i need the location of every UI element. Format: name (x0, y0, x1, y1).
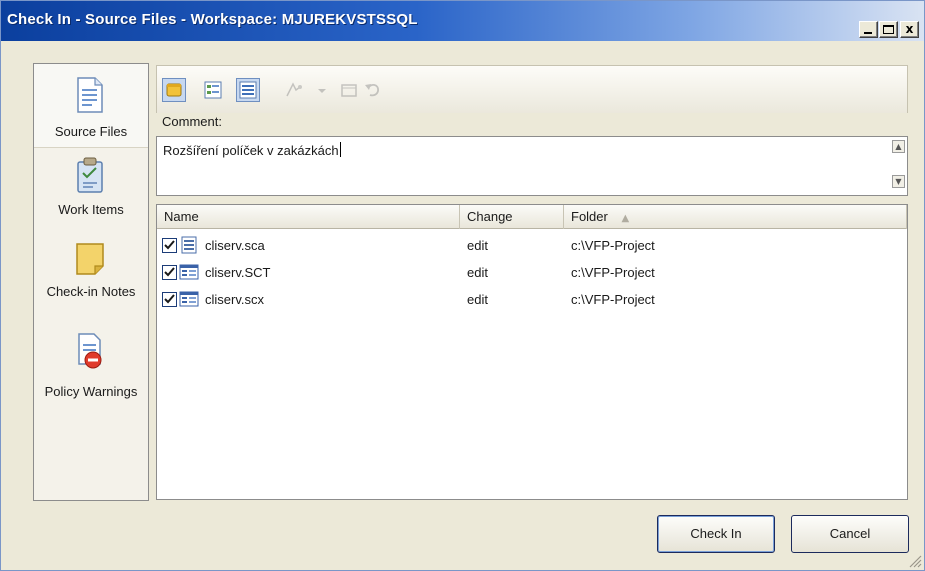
maximize-icon (883, 25, 894, 34)
column-header-name[interactable]: Name (157, 205, 460, 229)
policy-warnings-icon (78, 333, 102, 369)
scroll-down-icon[interactable]: ▼ (892, 175, 905, 188)
folder-path: c:\VFP-Project (571, 238, 655, 253)
nav-label-work-items: Work Items (58, 202, 124, 217)
work-items-icon (77, 157, 103, 193)
dropdown-arrow-icon (318, 89, 326, 93)
channel-navigation: Source Files Work Items Check-in Notes P… (33, 63, 149, 501)
maximize-button[interactable] (879, 21, 898, 38)
close-button[interactable]: x (900, 21, 919, 38)
tree-view-icon (204, 81, 222, 99)
form-file-icon (179, 264, 199, 280)
list-header: Name Change Folder ▲ (157, 205, 907, 229)
column-header-folder[interactable]: Folder ▲ (564, 205, 907, 229)
row-checkbox[interactable] (162, 292, 177, 307)
change-type: edit (467, 238, 488, 253)
flat-view-icon (166, 83, 182, 97)
column-header-change-label: Change (467, 209, 513, 224)
comment-scrollbar[interactable]: ▲ ▼ (890, 137, 907, 195)
minimize-icon (864, 32, 872, 34)
nav-label-source-files: Source Files (54, 124, 128, 139)
list-view-icon (239, 81, 257, 99)
list-row[interactable]: cliserv.sca edit c:\VFP-Project (157, 233, 907, 259)
source-files-icon (77, 77, 103, 113)
flat-view-button[interactable] (162, 78, 186, 102)
shelve-button[interactable] (337, 78, 361, 102)
row-checkbox[interactable] (162, 238, 177, 253)
window-title: Check In - Source Files - Workspace: MJU… (7, 11, 418, 28)
sort-ascending-icon: ▲ (621, 213, 630, 224)
close-icon: x (905, 22, 914, 36)
pending-changes-list[interactable]: Name Change Folder ▲ cliserv.sca edit c:… (156, 204, 908, 500)
column-header-folder-label: Folder (571, 209, 608, 224)
text-caret (339, 142, 341, 157)
checkmark-icon (164, 240, 175, 250)
comment-label: Comment: (162, 114, 222, 129)
undo-icon (365, 84, 379, 97)
column-header-change[interactable]: Change (460, 205, 564, 229)
change-type: edit (467, 265, 488, 280)
check-in-dialog: Check In - Source Files - Workspace: MJU… (0, 0, 925, 571)
title-bar[interactable]: Check In - Source Files - Workspace: MJU… (1, 1, 924, 41)
scroll-up-icon[interactable]: ▲ (892, 140, 905, 153)
folder-path: c:\VFP-Project (571, 265, 655, 280)
minimize-button[interactable] (859, 21, 878, 38)
nav-label-policy-warnings: Policy Warnings (44, 384, 138, 399)
list-row[interactable]: cliserv.scx edit c:\VFP-Project (157, 287, 907, 313)
folder-path: c:\VFP-Project (571, 292, 655, 307)
row-checkbox[interactable] (162, 265, 177, 280)
file-name: cliserv.SCT (205, 265, 271, 280)
checkmark-icon (164, 294, 175, 304)
compare-button[interactable] (282, 78, 306, 102)
nav-item-work-items[interactable]: Work Items (34, 148, 148, 234)
shelve-icon (341, 84, 357, 97)
text-file-icon (181, 236, 197, 254)
compare-icon (286, 82, 302, 97)
comment-textarea[interactable]: Rozšíření políček v zakázkách ▲ ▼ (156, 136, 908, 196)
compare-dropdown-button[interactable] (310, 78, 334, 102)
list-view-button[interactable] (236, 78, 260, 102)
file-name: cliserv.sca (205, 238, 265, 253)
check-in-notes-icon (76, 243, 104, 275)
form-file-icon (179, 291, 199, 307)
tree-view-button[interactable] (201, 78, 225, 102)
nav-item-check-in-notes[interactable]: Check-in Notes (34, 234, 148, 330)
column-header-name-label: Name (164, 209, 199, 224)
nav-item-policy-warnings[interactable]: Policy Warnings (34, 330, 148, 430)
nav-item-source-files[interactable]: Source Files (34, 64, 148, 148)
comment-value-text: Rozšíření políček v zakázkách (163, 143, 339, 158)
checkmark-icon (164, 267, 175, 277)
toolbar (156, 65, 908, 113)
file-name: cliserv.scx (205, 292, 264, 307)
list-row[interactable]: cliserv.SCT edit c:\VFP-Project (157, 260, 907, 286)
resize-grip-icon[interactable] (906, 552, 922, 568)
cancel-button[interactable]: Cancel (791, 515, 909, 553)
change-type: edit (467, 292, 488, 307)
check-in-button[interactable]: Check In (657, 515, 775, 553)
comment-value[interactable]: Rozšíření políček v zakázkách (163, 142, 341, 158)
undo-button[interactable] (361, 78, 385, 102)
nav-label-check-in-notes: Check-in Notes (46, 284, 136, 299)
